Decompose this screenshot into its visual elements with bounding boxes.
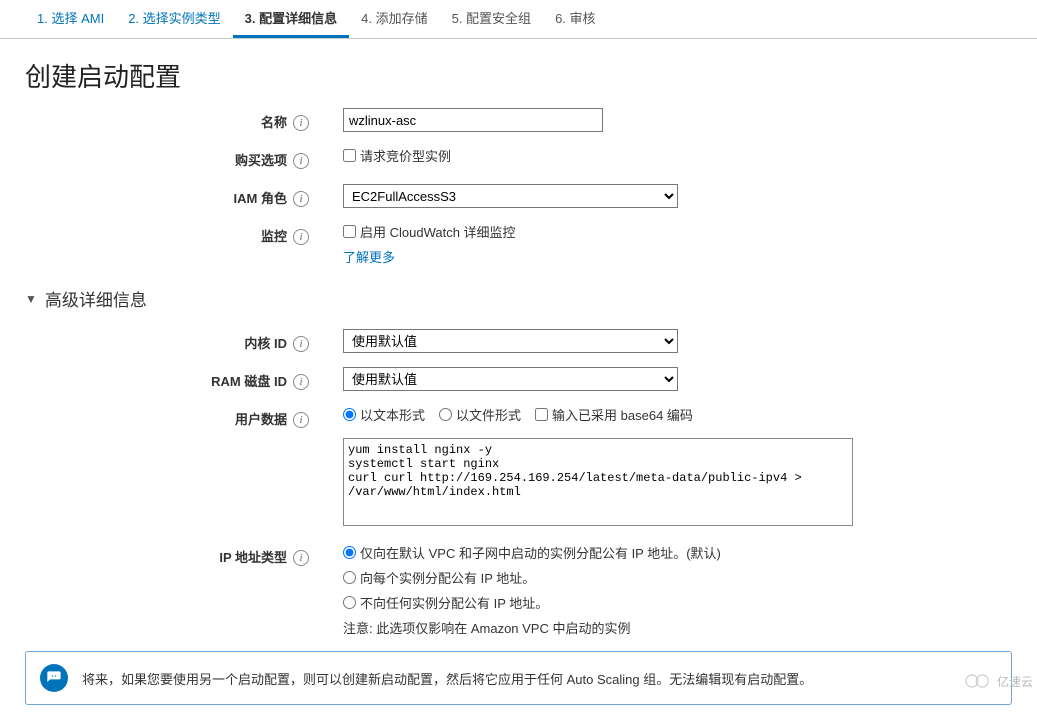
info-icon[interactable]: i [293,550,309,566]
name-input[interactable] [343,108,603,132]
step-4-add-storage[interactable]: 4. 添加存储 [349,0,439,38]
info-icon[interactable]: i [293,229,309,245]
ip-assign-each-label: 向每个实例分配公有 IP 地址。 [360,568,535,587]
name-label: 名称 [261,115,287,130]
learn-more-link[interactable]: 了解更多 [343,250,395,265]
kernel-id-label: 内核 ID [244,336,287,351]
ram-disk-id-label: RAM 磁盘 ID [211,374,287,389]
user-data-base64-label: 输入已采用 base64 编码 [552,405,693,424]
info-notice-text: 将来，如果您要使用另一个启动配置，则可以创建新启动配置，然后将它应用于任何 Au… [82,669,812,688]
step-5-security-group[interactable]: 5. 配置安全组 [440,0,543,38]
advanced-details-header: 高级详细信息 [45,286,147,311]
info-icon[interactable]: i [293,153,309,169]
ip-note-text: 注意: 此选项仅影响在 Amazon VPC 中启动的实例 [343,618,1012,637]
spot-request-checkbox[interactable] [343,149,356,162]
step-2-instance-type[interactable]: 2. 选择实例类型 [116,0,232,38]
advanced-config-form: 内核 ID i 使用默认值 RAM 磁盘 ID i 使用默认值 用户数据 i 以文本形… [25,329,1012,637]
kernel-id-select[interactable]: 使用默认值 [343,329,678,353]
step-6-review[interactable]: 6. 审核 [543,0,607,38]
ip-assign-none-label: 不向任何实例分配公有 IP 地址。 [360,593,548,612]
caret-down-icon: ▼ [25,292,37,306]
user-data-text-label: 以文本形式 [360,405,425,424]
ram-disk-id-select[interactable]: 使用默认值 [343,367,678,391]
basic-config-form: 名称 i 购买选项 i 请求竞价型实例 IAM 角色 i EC2FullAccessS… [25,108,1012,266]
spot-request-label: 请求竞价型实例 [360,146,451,165]
info-icon[interactable]: i [293,115,309,131]
info-icon[interactable]: i [293,374,309,390]
info-icon[interactable]: i [293,412,309,428]
info-notice: 将来，如果您要使用另一个启动配置，则可以创建新启动配置，然后将它应用于任何 Au… [25,651,1012,705]
ip-assign-none-radio[interactable] [343,596,356,609]
page-title: 创建启动配置 [25,57,1037,94]
user-data-base64-checkbox[interactable] [535,408,548,421]
info-icon[interactable]: i [293,336,309,352]
cloudwatch-monitor-checkbox[interactable] [343,225,356,238]
chat-bubble-icon [40,664,68,692]
user-data-textarea[interactable] [343,438,853,526]
user-data-label: 用户数据 [235,412,287,427]
info-icon[interactable]: i [293,191,309,207]
iam-role-select[interactable]: EC2FullAccessS3 [343,184,678,208]
user-data-file-radio[interactable] [439,408,452,421]
user-data-file-label: 以文件形式 [456,405,521,424]
wizard-steps: 1. 选择 AMI 2. 选择实例类型 3. 配置详细信息 4. 添加存储 5.… [0,0,1037,39]
ip-address-type-label: IP 地址类型 [219,550,287,565]
step-3-configure-details[interactable]: 3. 配置详细信息 [233,0,349,38]
ip-default-radio[interactable] [343,546,356,559]
cloudwatch-monitor-label: 启用 CloudWatch 详细监控 [360,222,516,241]
purchase-option-label: 购买选项 [235,153,287,168]
ip-assign-each-radio[interactable] [343,571,356,584]
ip-default-label: 仅向在默认 VPC 和子网中启动的实例分配公有 IP 地址。(默认) [360,543,721,562]
monitoring-label: 监控 [261,229,287,244]
advanced-details-toggle[interactable]: ▼ 高级详细信息 [25,286,1037,311]
iam-role-label: IAM 角色 [234,191,287,206]
user-data-text-radio[interactable] [343,408,356,421]
step-1-choose-ami[interactable]: 1. 选择 AMI [25,0,116,38]
